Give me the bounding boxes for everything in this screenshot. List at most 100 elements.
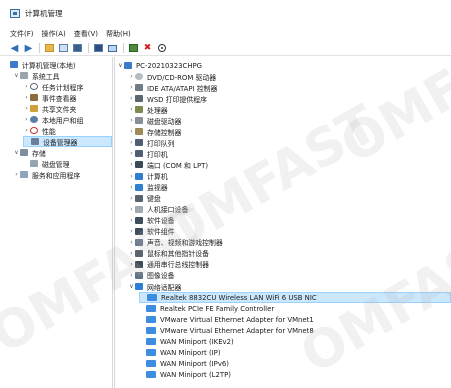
chevron-down-icon[interactable]: ∨ bbox=[117, 62, 124, 69]
chevron-right-icon[interactable]: › bbox=[128, 261, 135, 268]
tree-item[interactable]: › 声音、视频和游戏控制器 bbox=[128, 237, 451, 248]
toolbar-separator bbox=[123, 43, 124, 53]
tree-item-label: 共享文件夹 bbox=[42, 105, 77, 114]
chevron-right-icon[interactable]: › bbox=[128, 195, 135, 202]
menu-view[interactable]: 查看(V) bbox=[74, 29, 98, 39]
help-icon[interactable] bbox=[93, 43, 104, 54]
tree-item[interactable]: VMware Virtual Ethernet Adapter for VMne… bbox=[139, 325, 451, 336]
tree-item[interactable]: 计算机管理(本地) bbox=[3, 59, 112, 70]
tree-item[interactable]: 磁盘管理 bbox=[23, 158, 112, 169]
tree-item[interactable]: VMware Virtual Ethernet Adapter for VMne… bbox=[139, 314, 451, 325]
tree-item[interactable]: › DVD/CD-ROM 驱动器 bbox=[128, 71, 451, 82]
tree-item-label: 任务计划程序 bbox=[42, 83, 84, 92]
back-arrow-icon[interactable]: ◀ bbox=[9, 43, 20, 54]
chevron-right-icon[interactable]: › bbox=[23, 83, 30, 90]
tree-item[interactable]: › 计算机 bbox=[128, 171, 451, 182]
monitor-icon[interactable] bbox=[107, 43, 118, 54]
tree-item-label: 磁盘驱动器 bbox=[147, 117, 182, 126]
chevron-right-icon[interactable]: › bbox=[23, 105, 30, 112]
ctrl-icon bbox=[135, 128, 143, 136]
chevron-right-icon[interactable]: › bbox=[128, 128, 135, 135]
tree-item[interactable]: WAN Miniport (IPv6) bbox=[139, 358, 451, 369]
tree-item[interactable]: › 打印队列 bbox=[128, 137, 451, 148]
chevron-down-icon[interactable]: ∨ bbox=[13, 72, 20, 79]
tree-item[interactable]: Realtek 8832CU Wireless LAN WiFi 6 USB N… bbox=[139, 292, 451, 304]
chevron-right-icon[interactable]: › bbox=[128, 117, 135, 124]
dvd-icon bbox=[135, 73, 143, 81]
chevron-right-icon[interactable]: › bbox=[128, 239, 135, 246]
tree-item[interactable]: › 人机接口设备 bbox=[128, 204, 451, 215]
tree-item[interactable]: ∨ PC-20210323CHPG bbox=[117, 60, 451, 71]
tree-item[interactable]: ∨ 系统工具 bbox=[13, 70, 112, 81]
tree-item[interactable]: › 事件查看器 bbox=[23, 92, 112, 103]
tree-item[interactable]: › 软件组件 bbox=[128, 226, 451, 237]
disk-icon bbox=[30, 160, 38, 167]
uninstall-device-icon[interactable]: ✖ bbox=[142, 43, 153, 54]
menu-help[interactable]: 帮助(H) bbox=[106, 29, 131, 39]
tree-item[interactable]: › 性能 bbox=[23, 125, 112, 136]
tree-item[interactable]: › 通用串行总线控制器 bbox=[128, 259, 451, 270]
chevron-right-icon[interactable]: › bbox=[128, 106, 135, 113]
chevron-right-icon[interactable]: › bbox=[128, 84, 135, 91]
scan-hardware-icon[interactable] bbox=[128, 43, 139, 54]
tree-item[interactable]: WAN Miniport (IP) bbox=[139, 347, 451, 358]
chevron-right-icon[interactable]: › bbox=[128, 161, 135, 168]
chevron-right-icon[interactable]: › bbox=[128, 139, 135, 146]
tree-item[interactable]: › 存储控制器 bbox=[128, 126, 451, 137]
pc-icon bbox=[124, 62, 132, 69]
tree-item-label: 打印机 bbox=[147, 150, 168, 159]
chevron-right-icon[interactable]: › bbox=[128, 228, 135, 235]
chevron-right-icon[interactable]: › bbox=[128, 184, 135, 191]
chevron-right-icon[interactable]: › bbox=[128, 150, 135, 157]
update-driver-icon[interactable] bbox=[156, 43, 167, 54]
tree-item[interactable]: › 软件设备 bbox=[128, 215, 451, 226]
tree-item[interactable]: › 磁盘驱动器 bbox=[128, 115, 451, 126]
chevron-right-icon[interactable]: › bbox=[128, 272, 135, 279]
tree-item[interactable]: › 键盘 bbox=[128, 193, 451, 204]
tree-item-label: Realtek PCIe FE Family Controller bbox=[160, 304, 275, 313]
menu-action[interactable]: 操作(A) bbox=[42, 29, 66, 39]
tree-item-label: WAN Miniport (IPv6) bbox=[160, 359, 229, 368]
chevron-right-icon[interactable]: › bbox=[128, 173, 135, 180]
forward-arrow-icon[interactable]: ▶ bbox=[23, 43, 34, 54]
chevron-right-icon[interactable]: › bbox=[23, 94, 30, 101]
tree-item[interactable]: › 打印机 bbox=[128, 148, 451, 159]
tree-item-label: DVD/CD-ROM 驱动器 bbox=[147, 73, 217, 82]
tree-item[interactable]: › 任务计划程序 bbox=[23, 81, 112, 92]
tree-item[interactable]: › IDE ATA/ATAPI 控制器 bbox=[128, 82, 451, 93]
tree-item[interactable]: › 共享文件夹 bbox=[23, 103, 112, 114]
tree-item-label: 通用串行总线控制器 bbox=[147, 261, 210, 270]
tree-item-label: 软件设备 bbox=[147, 217, 175, 226]
tree-item[interactable]: › 服务和应用程序 bbox=[13, 169, 112, 180]
tree-item[interactable]: Realtek PCIe FE Family Controller bbox=[139, 303, 451, 314]
tree-item[interactable]: ∨ 网络适配器 bbox=[128, 281, 451, 292]
chevron-right-icon[interactable]: › bbox=[128, 206, 135, 213]
tree-item[interactable]: WAN Miniport (IKEv2) bbox=[139, 336, 451, 347]
chevron-right-icon[interactable]: › bbox=[13, 171, 20, 178]
tree-item-label: 端口 (COM 和 LPT) bbox=[147, 161, 209, 170]
chevron-right-icon[interactable]: › bbox=[23, 127, 30, 134]
tree-item[interactable]: › 处理器 bbox=[128, 104, 451, 115]
up-folder-icon[interactable] bbox=[44, 43, 55, 54]
tree-item[interactable]: ∨ 存储 bbox=[13, 147, 112, 158]
tree-item[interactable]: › WSD 打印提供程序 bbox=[128, 93, 451, 104]
tree-item[interactable]: › 监视器 bbox=[128, 182, 451, 193]
tree-item[interactable]: › 端口 (COM 和 LPT) bbox=[128, 159, 451, 170]
chevron-right-icon[interactable]: › bbox=[23, 116, 30, 123]
tree-item[interactable]: › 本地用户和组 bbox=[23, 114, 112, 125]
properties-icon[interactable] bbox=[72, 43, 83, 54]
chevron-right-icon[interactable]: › bbox=[128, 73, 135, 80]
tree-item-label: 存储 bbox=[32, 149, 46, 158]
chevron-right-icon[interactable]: › bbox=[128, 250, 135, 257]
show-hide-tree-icon[interactable] bbox=[58, 43, 69, 54]
menu-file[interactable]: 文件(F) bbox=[10, 29, 34, 39]
toolbar-separator bbox=[88, 43, 89, 53]
chevron-down-icon[interactable]: ∨ bbox=[13, 149, 20, 156]
chevron-right-icon[interactable]: › bbox=[128, 95, 135, 102]
tree-item[interactable]: WAN Miniport (L2TP) bbox=[139, 369, 451, 380]
tree-item[interactable]: › 图像设备 bbox=[128, 270, 451, 281]
chevron-down-icon[interactable]: ∨ bbox=[128, 283, 135, 290]
tree-item[interactable]: › 鼠标和其他指针设备 bbox=[128, 248, 451, 259]
chevron-right-icon[interactable]: › bbox=[128, 217, 135, 224]
tree-item[interactable]: 设备管理器 bbox=[23, 136, 112, 147]
